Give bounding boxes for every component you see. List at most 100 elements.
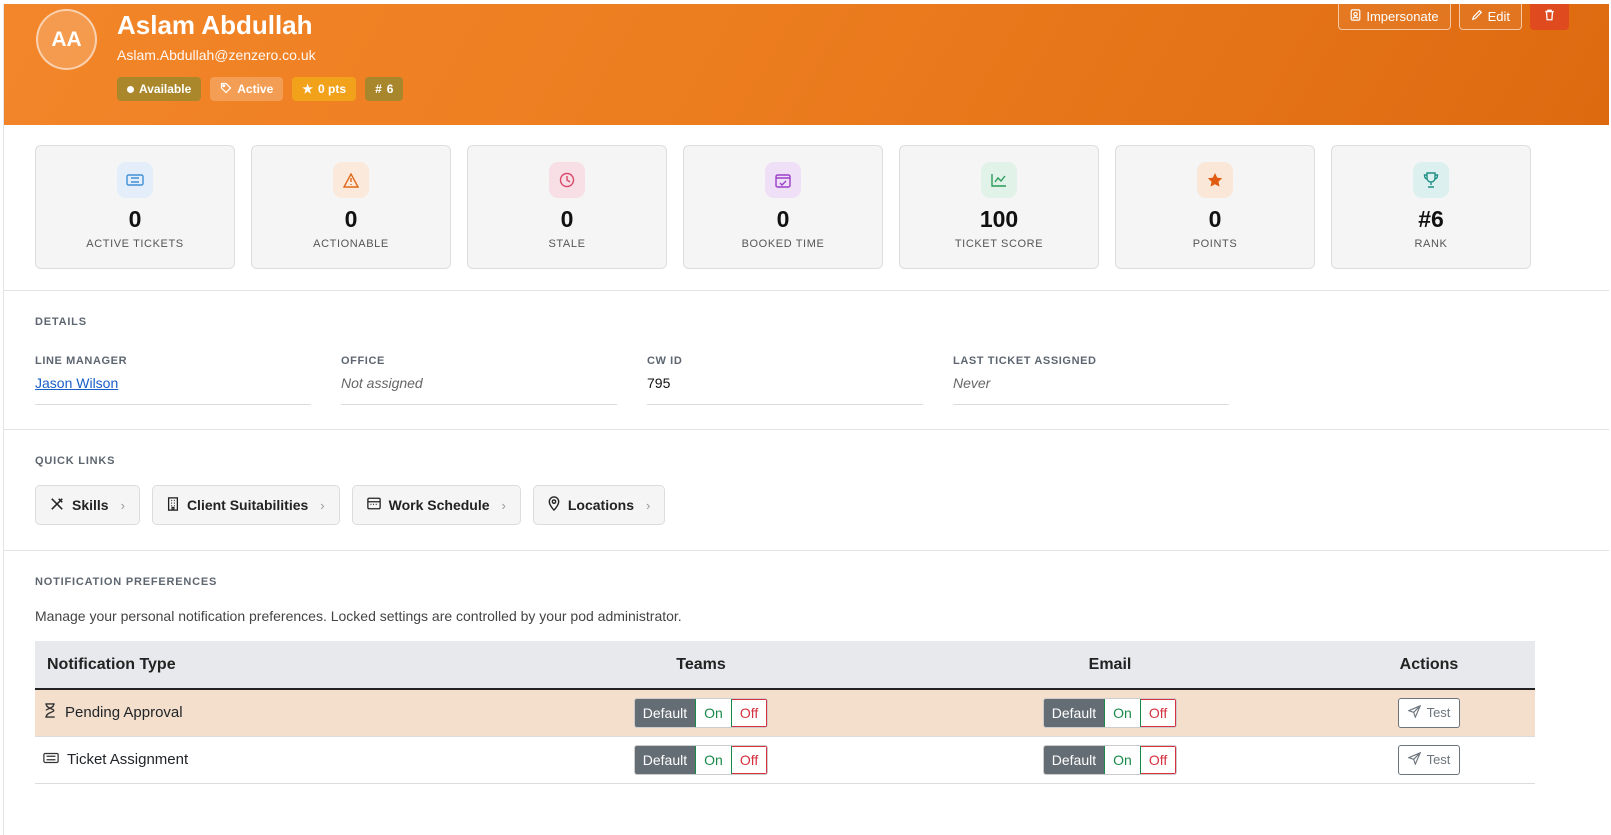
stat-value: 100 [979,206,1019,232]
toggle-on-button[interactable]: On [1104,698,1141,727]
stat-card: 0 STALE [467,145,667,269]
cw-id-value: 795 [647,375,671,391]
stat-value: #6 [1418,206,1444,232]
stats-row: 0 ACTIVE TICKETS 0 ACTIONABLE 0 STALE 0 … [35,145,1531,269]
stat-card: 100 TICKET SCORE [899,145,1099,269]
toggle-off-button[interactable]: Off [1140,698,1177,727]
toggle-default-button[interactable]: Default [1043,745,1105,774]
test-label: Test [1426,752,1451,767]
points-badge: ★ 0 pts [292,77,357,101]
email-cell: Default On Off [897,689,1323,737]
stat-card: #6 RANK [1331,145,1531,269]
last-ticket-label: LAST TICKET ASSIGNED [953,355,1097,367]
actions-cell: Test [1323,689,1535,737]
actions-cell: Test [1323,736,1535,784]
stat-label: RANK [1414,238,1448,250]
quick-link-label: Client Suitabilities [186,497,309,513]
avatar: AA [36,9,97,70]
warning-icon [333,162,369,198]
column-header: Teams [505,641,897,690]
chevron-right-icon: › [320,497,325,513]
map-pin-icon [548,496,560,514]
delete-button[interactable] [1530,4,1569,30]
toggle-off-button[interactable]: Off [1140,745,1177,774]
active-badge: Active [210,77,284,101]
teams-toggle-group: Default On Off [633,744,769,775]
toggle-on-button[interactable]: On [695,745,732,774]
quick-link-label: Work Schedule [388,497,490,513]
stat-card: 0 POINTS [1115,145,1315,269]
rank-badge: # 6 [365,77,404,101]
test-button[interactable]: Test [1397,744,1461,775]
table-row: Ticket Assignment Default On Off Default… [35,736,1535,784]
star-icon [1197,162,1233,198]
toggle-on-button[interactable]: On [695,698,732,727]
status-badges: Available Active ★ 0 pts # 6 [117,77,404,101]
last-ticket-field: LAST TICKET ASSIGNED Never [953,355,1229,405]
ticket-icon [43,751,59,768]
line-manager-field: LINE MANAGER Jason Wilson [35,355,311,405]
toggle-on-button[interactable]: On [1104,745,1141,774]
notification-type-label: Pending Approval [65,704,183,722]
impersonate-label: Impersonate [1366,9,1439,24]
column-header: Email [897,641,1323,690]
line-manager-link[interactable]: Jason Wilson [35,375,311,391]
test-button[interactable]: Test [1397,697,1461,728]
divider [4,290,1609,291]
pencil-icon [1471,9,1483,24]
email-toggle-group: Default On Off [1042,697,1178,728]
notification-type-label: Ticket Assignment [67,751,189,768]
stat-label: STALE [548,238,586,250]
toggle-default-button[interactable]: Default [634,698,696,727]
quick-link-label: Locations [567,497,634,513]
toggle-off-button[interactable]: Off [731,745,768,774]
notification-table: Notification Type Teams Email Actions Pe… [35,641,1535,784]
chevron-right-icon: › [501,497,506,513]
stat-card: 0 BOOKED TIME [683,145,883,269]
impersonate-button[interactable]: Impersonate [1338,4,1451,30]
send-icon [1406,751,1421,768]
user-profile-page: AA Aslam Abdullah Aslam.Abdullah@zenzero… [3,4,1609,835]
status-dot-icon [127,85,134,93]
cw-id-field: CW ID 795 [647,355,923,405]
quick-link-skills[interactable]: Skills › [35,485,140,525]
quick-link-client-suitabilities[interactable]: Client Suitabilities › [151,485,340,525]
chevron-right-icon: › [120,497,125,513]
quick-link-work-schedule[interactable]: Work Schedule › [351,485,521,525]
email-cell: Default On Off [897,736,1323,784]
stat-value: 0 [1208,206,1222,232]
last-ticket-value: Never [953,375,991,391]
teams-cell: Default On Off [505,736,897,784]
notification-description: Manage your personal notification prefer… [35,608,682,624]
test-label: Test [1426,705,1451,721]
points-label: 0 pts [318,82,347,96]
teams-cell: Default On Off [505,689,897,737]
stat-label: POINTS [1192,238,1238,250]
person-badge-icon [1350,9,1361,24]
quick-links-title: QUICK LINKS [35,455,116,467]
edit-button[interactable]: Edit [1458,4,1522,30]
column-header: Actions [1323,641,1535,690]
stat-label: ACTIONABLE [313,238,389,250]
stat-label: ACTIVE TICKETS [86,238,184,250]
toggle-default-button[interactable]: Default [634,745,696,774]
clock-icon [549,162,585,198]
user-email: Aslam.Abdullah@zenzero.co.uk [117,47,316,63]
notification-type-cell: Pending Approval [35,689,505,737]
line-manager-label: LINE MANAGER [35,355,128,367]
availability-badge: Available [117,77,202,101]
divider [4,429,1609,430]
toggle-default-button[interactable]: Default [1043,698,1105,727]
edit-label: Edit [1487,9,1510,24]
chart-line-icon [981,162,1017,198]
toggle-off-button[interactable]: Off [731,698,768,727]
office-label: OFFICE [341,355,385,367]
quick-link-locations[interactable]: Locations › [532,485,666,525]
notification-preferences-title: NOTIFICATION PREFERENCES [35,576,218,588]
hash-icon: # [375,82,382,96]
stat-card: 0 ACTIVE TICKETS [35,145,235,269]
ticket-icon [117,162,153,198]
teams-toggle-group: Default On Off [633,697,769,728]
table-row: Pending Approval Default On Off Default … [35,689,1535,737]
header-actions: Impersonate Edit [1338,4,1569,30]
